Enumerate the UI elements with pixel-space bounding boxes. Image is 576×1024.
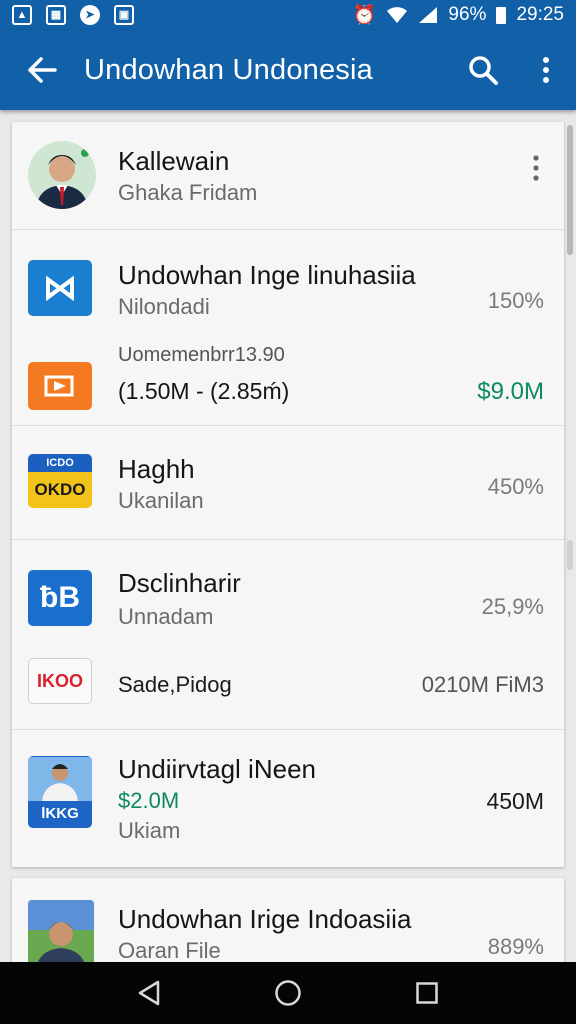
content-card: Undowhan Irige Indoasiia Oaran File 889% xyxy=(12,878,564,968)
item-title: Haghh xyxy=(118,454,195,484)
alarm-icon: ⏰ xyxy=(352,5,377,26)
image-notification-icon: ▦ xyxy=(46,5,66,25)
item-subtitle: Unnadam xyxy=(118,604,214,629)
item-subtitle: Ukiam xyxy=(118,818,181,843)
profile-subtitle: Ghaka Fridam xyxy=(118,180,258,205)
wifi-icon xyxy=(387,7,408,23)
item-logo: ƀB xyxy=(28,570,92,626)
profile-row[interactable]: Kallewain Ghaka Fridam xyxy=(12,122,564,230)
circle-home-icon xyxy=(275,980,301,1006)
item-logo: lKKG xyxy=(28,756,92,828)
item-range: (1.50M - (2.85ḿ) xyxy=(118,378,290,404)
play-logo-icon xyxy=(28,362,92,410)
item-subtitle: Ukanilan xyxy=(118,488,204,513)
list-item[interactable]: ICDO OKDO Haghh Ukanilan 450% xyxy=(12,426,564,540)
nav-back-button[interactable] xyxy=(119,968,179,1018)
more-vert-icon xyxy=(543,57,549,83)
item-amount: 0210M FiM3 xyxy=(421,672,544,697)
item-title: Undowhan Inge linuhasiia xyxy=(118,260,416,290)
content-card: Kallewain Ghaka Fridam ⋈ Undowhan Inge l… xyxy=(12,122,564,867)
profile-menu-button[interactable] xyxy=(526,152,546,184)
list-item[interactable]: ⋈ Undowhan Inge linuhasiia Nilondadi 150… xyxy=(12,230,564,426)
item-title: Undowhan Irige Indoasiia xyxy=(118,904,412,934)
search-button[interactable] xyxy=(450,30,516,110)
scrollbar-segment xyxy=(567,540,573,570)
status-bar: ▲ ▦ ➤ ▣ ⏰ 96% 29:25 xyxy=(0,0,576,30)
item-title: Undiirvtagl iNeen xyxy=(118,754,316,784)
battery-icon xyxy=(496,6,507,24)
item-logo: ⋈ xyxy=(28,260,92,316)
triangle-back-icon xyxy=(139,980,160,1006)
back-button[interactable] xyxy=(0,30,84,110)
notification-icon: ▲ xyxy=(12,5,32,25)
nav-recents-button[interactable] xyxy=(397,968,457,1018)
item-subtitle: Nilondadi xyxy=(118,294,210,319)
compass-notification-icon: ➤ xyxy=(80,5,100,25)
item-sub-logo: IKOO xyxy=(28,658,92,704)
app-bar: Undowhan Undonesia xyxy=(0,30,576,110)
overflow-menu-button[interactable] xyxy=(516,30,576,110)
search-icon xyxy=(469,56,498,85)
system-nav-bar xyxy=(0,962,576,1024)
more-vert-icon xyxy=(533,155,539,181)
item-percent: 889% xyxy=(487,934,544,959)
clock: 29:25 xyxy=(516,4,564,25)
item-logo: ICDO OKDO xyxy=(28,454,92,508)
item-amount: 450M xyxy=(486,788,544,814)
gallery-notification-icon: ▣ xyxy=(114,5,134,25)
item-subtitle: Oaran File xyxy=(118,938,221,963)
profile-name: Kallewain xyxy=(118,146,230,176)
item-percent: 450% xyxy=(487,474,544,499)
arrow-left-icon xyxy=(28,57,57,83)
list-item[interactable]: lKKG Undiirvtagl iNeen $2.0M Ukiam 450M xyxy=(12,730,564,866)
item-price: $2.0M xyxy=(118,788,180,813)
item-amount: $9.0M xyxy=(477,378,544,405)
item-title: Dsclinharir xyxy=(118,568,241,598)
item-percent: 150% xyxy=(487,288,544,313)
list-item[interactable]: ƀB Dsclinharir Unnadam 25,9% IKOO Sade,P… xyxy=(12,540,564,730)
item-detail-label: Uomemenbrr13.90 xyxy=(118,344,285,366)
page-title: Undowhan Undonesia xyxy=(84,53,373,86)
square-recents-icon xyxy=(415,982,438,1004)
battery-level: 96% xyxy=(448,4,487,25)
item-detail-label: Sade,Pidog xyxy=(118,672,232,697)
list-item[interactable]: Undowhan Irige Indoasiia Oaran File 889% xyxy=(12,878,564,968)
item-thumbnail xyxy=(28,900,94,968)
scrollbar[interactable] xyxy=(567,125,573,255)
item-percent: 25,9% xyxy=(481,594,544,619)
signal-icon xyxy=(419,7,438,23)
nav-home-button[interactable] xyxy=(258,968,318,1018)
avatar xyxy=(28,141,96,209)
